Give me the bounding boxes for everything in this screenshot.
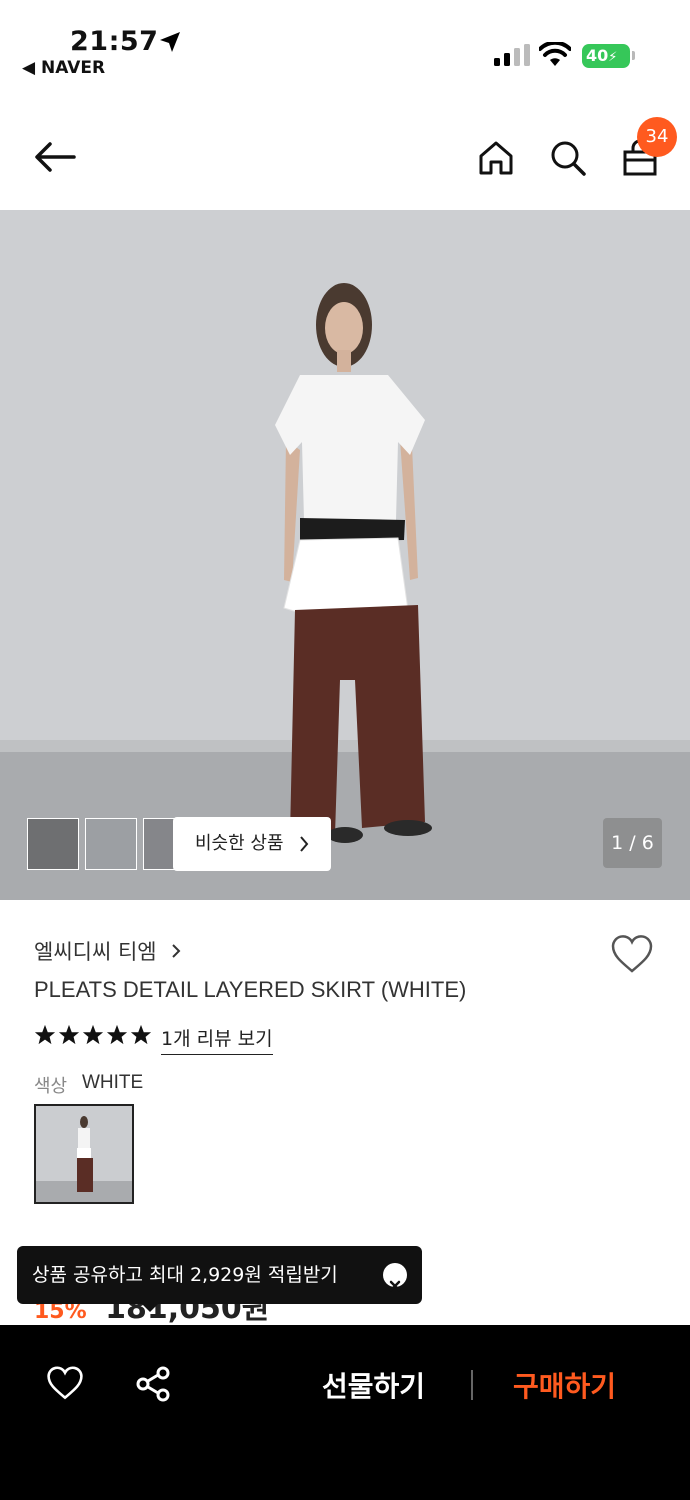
chevron-right-icon — [300, 836, 309, 852]
brand-link[interactable]: 엘씨디씨 티엠 — [34, 936, 181, 966]
toast-tail — [140, 1302, 160, 1312]
star-icon — [82, 1024, 104, 1045]
toast-message: 상품 공유하고 최대 2,929원 적립받기 — [32, 1264, 338, 1286]
close-icon[interactable] — [383, 1263, 407, 1292]
battery-cap — [632, 51, 635, 60]
gift-button[interactable]: 선물하기 — [322, 1365, 425, 1405]
color-option-white[interactable] — [34, 1104, 134, 1204]
battery-icon: 40⚡ — [582, 44, 630, 68]
battery-level: 40 — [586, 46, 609, 65]
color-label: 색상 — [34, 1076, 68, 1097]
color-swatch-image — [36, 1106, 132, 1202]
color-value: WHITE — [82, 1072, 144, 1093]
product-image-gallery[interactable]: 비슷한 상품 1 / 6 — [0, 210, 690, 900]
thumbnail-strip — [27, 818, 195, 870]
heart-icon[interactable] — [610, 934, 654, 974]
status-bar: 21:57 ◀ NAVER 40⚡ — [0, 0, 690, 100]
share-reward-toast[interactable]: 상품 공유하고 최대 2,929원 적립받기 — [17, 1246, 422, 1304]
back-arrow-icon[interactable] — [30, 137, 80, 177]
location-arrow-icon — [160, 32, 180, 52]
similar-products-label: 비슷한 상품 — [195, 833, 284, 854]
wifi-icon — [539, 42, 571, 66]
product-title: PLEATS DETAIL LAYERED SKIRT (WHITE) — [34, 977, 467, 1002]
star-icon — [58, 1024, 80, 1045]
close-x — [389, 1280, 401, 1292]
top-nav — [0, 100, 690, 210]
bottom-divider — [471, 1370, 473, 1400]
product-photo — [0, 210, 690, 900]
chevron-right-icon — [172, 944, 181, 958]
cart-count-badge: 34 — [637, 117, 677, 157]
status-time: 21:57 — [70, 26, 159, 57]
share-icon[interactable] — [134, 1365, 172, 1403]
star-icon — [106, 1024, 128, 1045]
thumbnail-1[interactable] — [27, 818, 79, 870]
home-icon[interactable] — [476, 138, 516, 178]
rating-stars — [34, 1024, 152, 1046]
brand-name: 엘씨디씨 티엠 — [34, 940, 157, 964]
heart-icon[interactable] — [46, 1365, 84, 1401]
similar-products-button[interactable]: 비슷한 상품 — [173, 817, 331, 871]
bottom-action-bar: 선물하기 구매하기 — [0, 1325, 690, 1500]
star-icon — [130, 1024, 152, 1045]
review-link[interactable]: 1개 리뷰 보기 — [161, 1024, 273, 1055]
image-page-indicator: 1 / 6 — [603, 818, 662, 868]
star-icon — [34, 1024, 56, 1045]
signal-icon — [494, 44, 530, 66]
buy-button[interactable]: 구매하기 — [513, 1365, 616, 1405]
back-to-app-link[interactable]: ◀ NAVER — [22, 58, 105, 78]
search-icon[interactable] — [548, 138, 588, 178]
thumbnail-2[interactable] — [85, 818, 137, 870]
